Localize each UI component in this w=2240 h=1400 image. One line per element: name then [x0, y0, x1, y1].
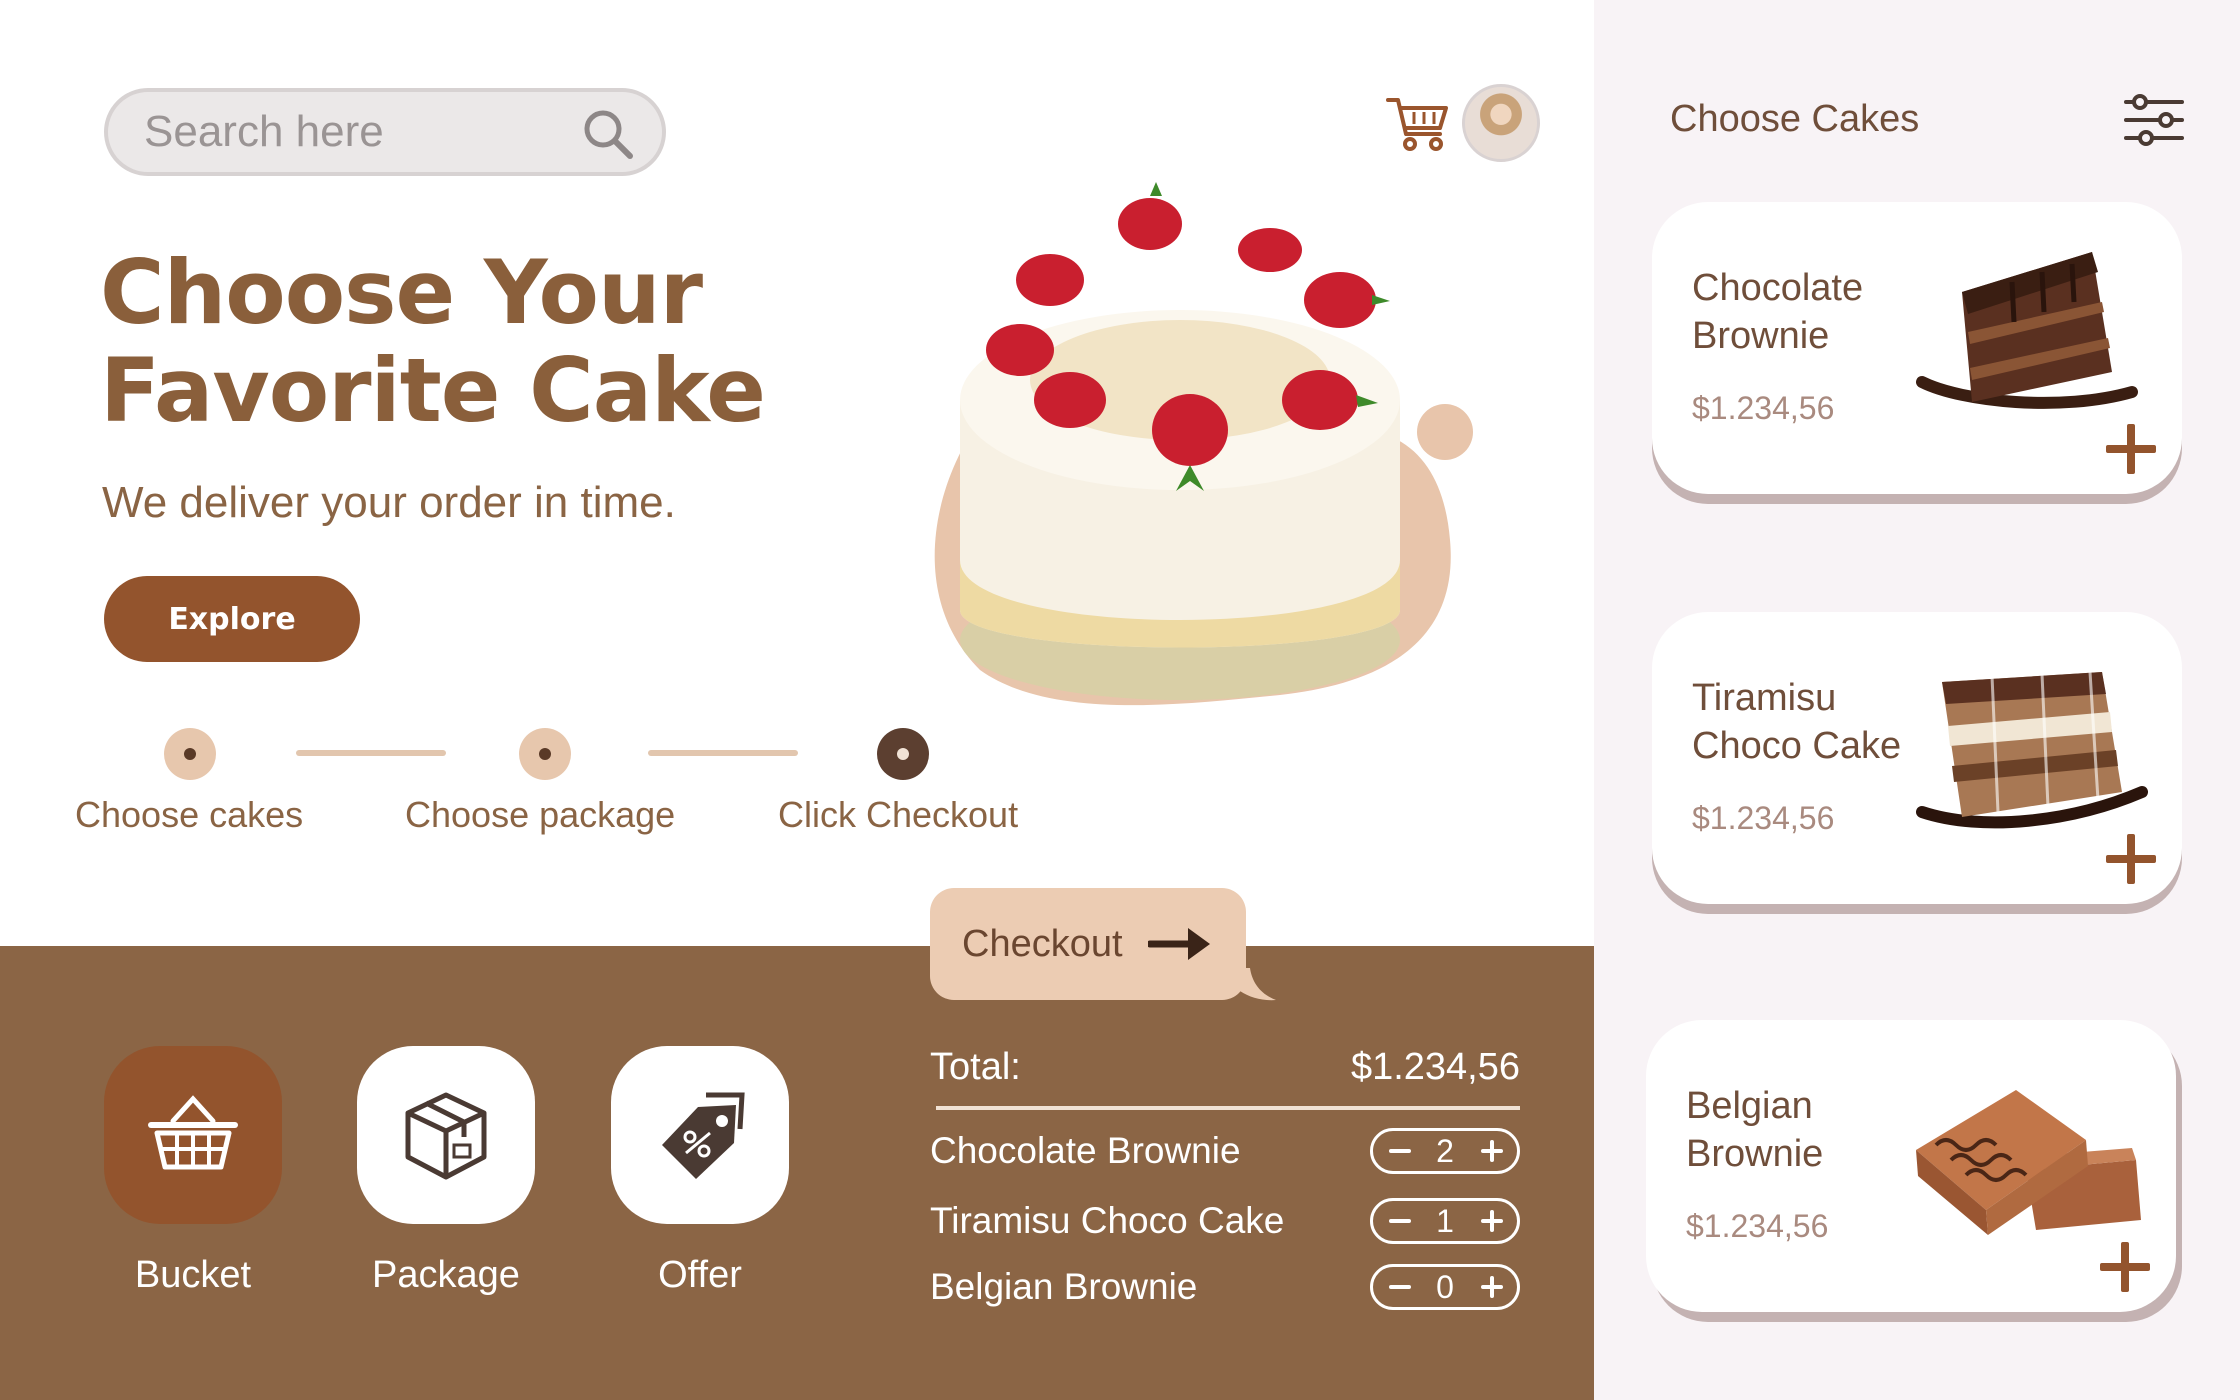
sidebar-title: Choose Cakes: [1670, 98, 1920, 140]
cake-card-name: Chocolate Brownie: [1692, 267, 1864, 357]
minus-icon[interactable]: [1379, 1131, 1419, 1171]
cake-image: [934, 182, 1473, 706]
search-input[interactable]: [144, 104, 564, 160]
order-item: Tiramisu Choco Cake 1: [930, 1198, 1520, 1248]
minus-icon[interactable]: [1379, 1201, 1419, 1241]
hero-title-line2: Favorite Cake: [100, 339, 766, 442]
hero-subtitle: We deliver your order in time.: [102, 478, 676, 527]
plus-icon[interactable]: [1471, 1201, 1511, 1241]
category-offer[interactable]: [611, 1046, 789, 1224]
explore-button[interactable]: Explore: [104, 576, 360, 662]
hero-title-line1: Choose Your: [100, 241, 703, 344]
add-belgian-brownie-button[interactable]: [2096, 1238, 2154, 1296]
hero-title: Choose Your Favorite Cake: [100, 244, 800, 440]
add-tiramisu-choco-cake-button[interactable]: [2102, 830, 2160, 888]
cake-card-price: $1.234,56: [1686, 1208, 1829, 1244]
quantity-value: 0: [1436, 1269, 1454, 1305]
cake-card-price: $1.234,56: [1692, 800, 1835, 836]
step-dot-click-checkout: [877, 728, 929, 780]
order-item-name: Belgian Brownie: [930, 1266, 1198, 1307]
add-chocolate-brownie-button[interactable]: [2102, 420, 2160, 478]
cake-card-tiramisu-choco-cake[interactable]: Tiramisu Choco Cake $1.234,56: [1652, 612, 2182, 904]
step-label-click-checkout: Click Checkout: [778, 794, 1019, 835]
cake-card-price: $1.234,56: [1692, 390, 1835, 426]
step-dot-choose-package: [519, 728, 571, 780]
step-connector: [648, 750, 798, 756]
cart-icon[interactable]: [1384, 90, 1452, 158]
filter-sliders-icon[interactable]: [2122, 92, 2186, 148]
order-item: Chocolate Brownie 2: [930, 1128, 1520, 1178]
total-divider: [936, 1106, 1520, 1110]
belgian-brownie-image: [1916, 1090, 2141, 1235]
brownie-slice-image: [1916, 252, 2138, 409]
basket-icon: [148, 1095, 238, 1170]
plus-icon[interactable]: [1471, 1267, 1511, 1307]
step-label-choose-package: Choose package: [405, 794, 676, 835]
checkout-label: Checkout: [962, 922, 1123, 965]
minus-icon[interactable]: [1379, 1267, 1419, 1307]
category-label-package: Package: [372, 1254, 520, 1296]
step-label-choose-cakes: Choose cakes: [75, 794, 304, 835]
plus-icon[interactable]: [1471, 1131, 1511, 1171]
cake-card-name: Tiramisu Choco Cake: [1692, 677, 1902, 767]
category-bucket[interactable]: [104, 1046, 282, 1224]
checkout-button[interactable]: Checkout: [930, 888, 1246, 1000]
order-item-name: Tiramisu Choco Cake: [930, 1200, 1285, 1241]
total-value: $1.234,56: [1350, 1046, 1520, 1088]
quantity-stepper[interactable]: 1: [1370, 1198, 1520, 1244]
cake-card-chocolate-brownie[interactable]: Chocolate Brownie $1.234,56: [1652, 202, 2182, 494]
quantity-value: 2: [1436, 1133, 1454, 1169]
tiramisu-cake-image: [1916, 671, 2148, 829]
search-bar[interactable]: [104, 88, 666, 176]
search-icon[interactable]: [580, 106, 636, 162]
order-item-name: Chocolate Brownie: [930, 1130, 1241, 1171]
category-package[interactable]: [357, 1046, 535, 1224]
box-icon: [405, 1092, 487, 1180]
category-label-offer: Offer: [658, 1254, 742, 1296]
quantity-value: 1: [1436, 1203, 1454, 1239]
total-label: Total:: [930, 1046, 1021, 1088]
main-panel: Choose Your Favorite Cake We deliver you…: [0, 0, 1594, 1400]
order-item: Belgian Brownie 0: [930, 1264, 1520, 1314]
user-avatar[interactable]: [1462, 84, 1540, 162]
cake-card-name: Belgian Brownie: [1686, 1085, 1824, 1175]
cake-sidebar: Choose Cakes Chocolate Brownie $1.234,56…: [1594, 0, 2240, 1400]
quantity-stepper[interactable]: 0: [1370, 1264, 1520, 1310]
quantity-stepper[interactable]: 2: [1370, 1128, 1520, 1174]
category-label-bucket: Bucket: [134, 1254, 252, 1296]
step-connector: [296, 750, 446, 756]
arrow-right-icon: [1148, 928, 1210, 960]
step-dot-choose-cakes: [164, 728, 216, 780]
cake-card-belgian-brownie[interactable]: Belgian Brownie $1.234,56: [1646, 1020, 2176, 1312]
discount-tag-icon: [662, 1092, 745, 1179]
